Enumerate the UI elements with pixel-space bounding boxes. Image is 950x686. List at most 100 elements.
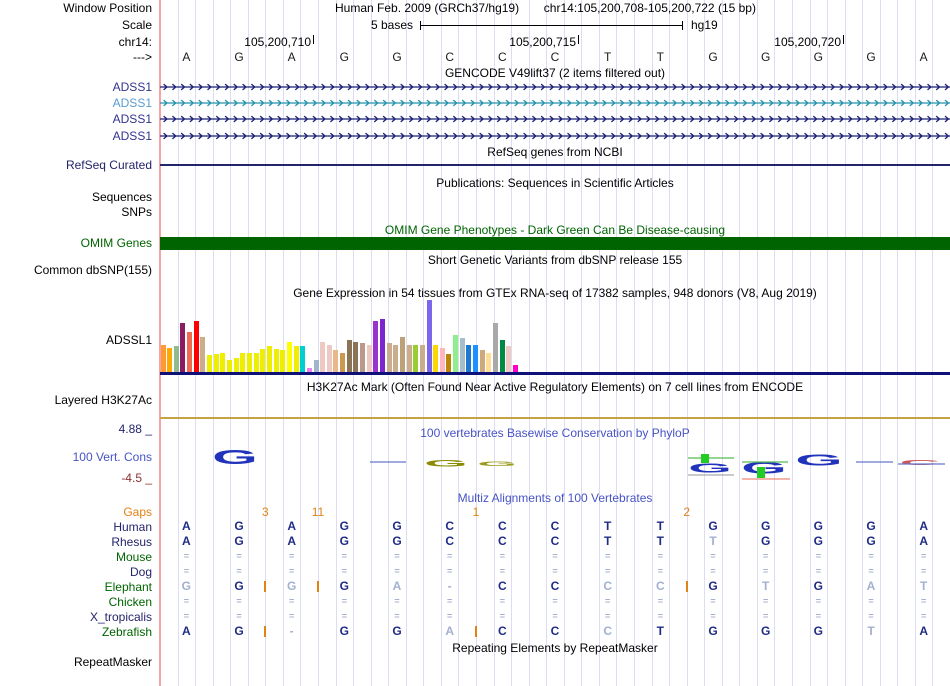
gtex-bar[interactable] [366,345,372,372]
alignment-cell: = [447,596,453,606]
gtex-bar[interactable] [380,319,385,372]
track-label[interactable]: SNPs [0,205,155,219]
track-title[interactable]: Short Genetic Variants from dbSNP releas… [160,253,950,267]
alignment-cell: G [234,624,244,638]
gtex-bar[interactable] [340,353,346,372]
gencode-transcript-line[interactable] [160,115,950,123]
track-label: Scale [121,18,152,32]
alignment-cell: = [868,551,874,561]
gtex-bar[interactable] [200,337,206,372]
track-label[interactable]: ADSS1 [0,112,155,126]
gtex-bar[interactable] [439,348,445,372]
track-label[interactable]: OMIM Genes [0,236,155,250]
gtex-bar[interactable] [493,323,498,372]
alignment-cell: = [447,611,453,621]
gtex-bar[interactable] [426,300,432,372]
gtex-bar[interactable] [393,345,399,372]
gtex-bar[interactable] [453,335,459,372]
alignment-cell: G [234,534,244,548]
gtex-bar[interactable] [466,345,472,372]
track-title[interactable]: OMIM Gene Phenotypes - Dark Green Can Be… [160,223,950,237]
gtex-bar[interactable] [473,345,479,372]
alignment-cell: = [552,611,558,621]
gencode-transcript-line[interactable] [160,99,950,107]
gtex-bar[interactable] [233,358,239,372]
gtex-bar[interactable] [286,342,292,372]
base-letter: T [603,50,612,64]
gtex-bar[interactable] [419,345,425,372]
gencode-transcript-line[interactable] [160,83,950,91]
gtex-bar[interactable] [246,353,252,372]
gtex-bar[interactable] [193,321,199,372]
alignment-cell: G [339,534,349,548]
gtex-bar[interactable] [360,343,365,372]
track-title[interactable]: Gene Expression in 54 tissues from GTEx … [160,286,950,300]
gtex-bar[interactable] [353,342,359,372]
track-title[interactable]: RefSeq genes from NCBI [160,145,950,159]
gtex-bar[interactable] [207,355,213,372]
gencode-transcript-line[interactable] [160,132,950,140]
track-title[interactable]: Repeating Elements by RepeatMasker [160,641,950,655]
track-label[interactable]: 100 Vert. Cons [0,450,155,464]
gtex-bar[interactable] [220,353,226,372]
track-label[interactable]: ADSS1 [0,129,155,143]
omim-gene-bar[interactable] [160,237,950,250]
gtex-bar[interactable] [227,360,232,372]
track-label[interactable]: RepeatMasker [0,655,155,669]
gtex-bar[interactable] [273,349,279,372]
gtex-bar[interactable] [386,343,392,372]
gencode-transcripts[interactable] [160,80,950,144]
gtex-bar[interactable] [513,365,518,372]
track-title[interactable]: Publications: Sequences in Scientific Ar… [160,176,950,190]
gtex-bar[interactable] [399,337,405,372]
gtex-bar[interactable] [280,350,286,372]
h3k27ac-signal-line[interactable] [160,417,950,419]
alignment-cell: = [657,596,663,606]
gtex-bar[interactable] [406,345,412,372]
gtex-bar[interactable] [346,340,352,372]
gtex-bar[interactable] [173,346,179,372]
refseq-curated-line[interactable] [160,164,950,166]
gtex-bar[interactable] [293,346,299,372]
gtex-bar[interactable] [180,323,186,372]
gtex-bar[interactable] [413,345,419,372]
gtex-bar[interactable] [486,353,492,372]
gtex-bar[interactable] [373,321,379,372]
track-label[interactable]: RefSeq Curated [0,158,155,172]
gtex-bar[interactable] [300,346,306,372]
gtex-bar[interactable] [260,349,266,372]
alignment-cell: G [813,579,823,593]
gtex-bar[interactable] [160,345,166,372]
track-label[interactable]: ADSS1 [0,96,155,110]
track-label[interactable]: ADSSL1 [0,333,155,347]
gtex-bar[interactable] [326,345,332,372]
track-label[interactable]: Layered H3K27Ac [0,393,155,407]
alignment-cell: T [603,534,612,548]
gtex-bar[interactable] [499,340,505,372]
alignment-cell: = [394,551,400,561]
gtex-bar[interactable] [266,346,272,372]
alignment-cell: C [550,519,560,533]
track-label[interactable]: Sequences [0,190,155,204]
gtex-bar[interactable] [320,342,326,372]
gtex-bar[interactable] [333,350,339,372]
track-label[interactable]: ADSS1 [0,80,155,94]
alignment-cell: C [550,579,560,593]
track-title[interactable]: H3K27Ac Mark (Often Found Near Active Re… [160,380,950,394]
gtex-bar[interactable] [253,353,259,372]
track-title[interactable]: 100 vertebrates Basewise Conservation by… [160,426,950,440]
gtex-bar[interactable] [506,346,512,372]
gtex-bar[interactable] [213,354,219,372]
track-title[interactable]: Multiz Alignments of 100 Vertebrates [160,491,950,505]
gtex-bar[interactable] [167,348,173,372]
gtex-bar[interactable] [433,345,439,372]
track-label[interactable]: Common dbSNP(155) [0,263,155,277]
track-title[interactable]: GENCODE V49lift37 (2 items filtered out) [160,66,950,80]
alignment-cell: T [867,624,875,638]
gtex-bar[interactable] [240,353,246,372]
gtex-bar[interactable] [187,332,193,372]
gtex-bar[interactable] [446,354,452,372]
gtex-bar[interactable] [313,360,319,372]
gtex-bar[interactable] [479,350,485,372]
gtex-bar[interactable] [459,338,465,372]
